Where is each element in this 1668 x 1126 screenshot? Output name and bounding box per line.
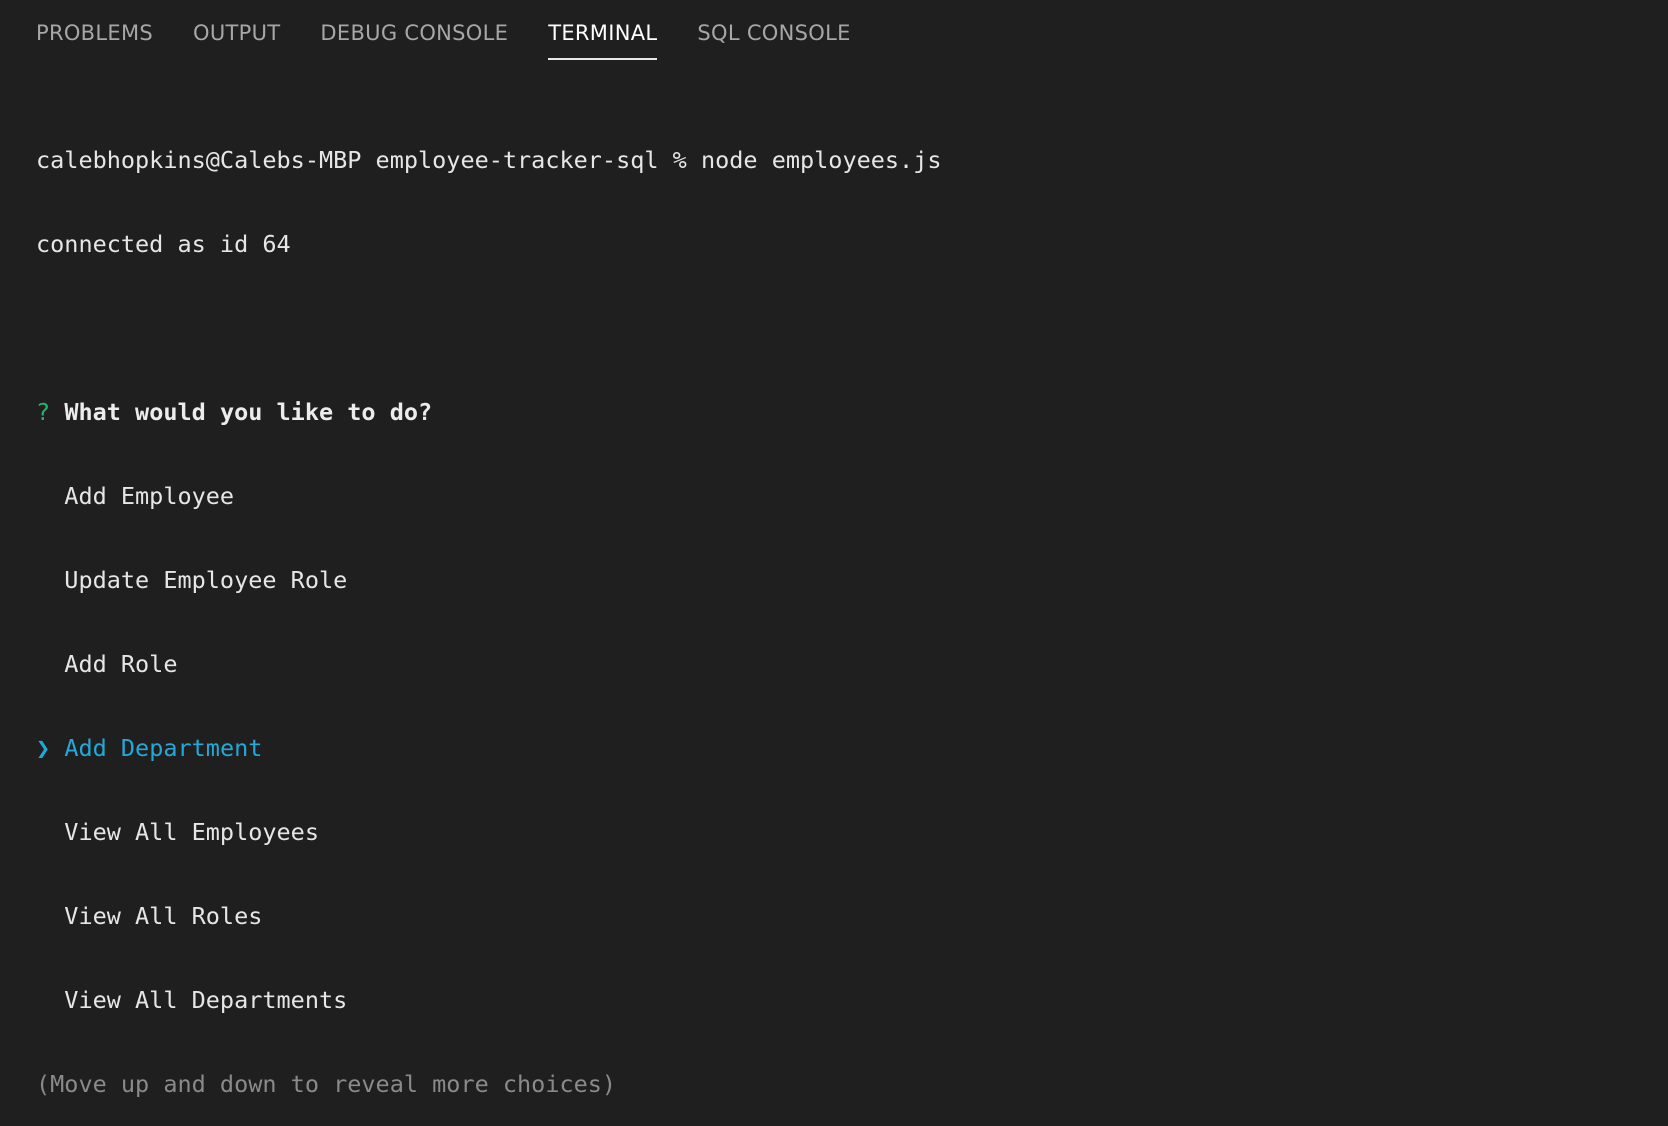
choice-add-role[interactable]: Add Role bbox=[36, 650, 1648, 678]
tab-terminal[interactable]: TERMINAL bbox=[548, 16, 658, 62]
choice-add-department[interactable]: ❯ Add Department bbox=[36, 734, 1648, 762]
prompt-question-line: ? What would you like to do? bbox=[36, 398, 1648, 426]
choice-view-all-departments[interactable]: View All Departments bbox=[36, 986, 1648, 1014]
choice-label: View All Employees bbox=[64, 818, 319, 846]
choice-label: Update Employee Role bbox=[64, 566, 348, 594]
terminal-output[interactable]: calebhopkins@Calebs-MBP employee-tracker… bbox=[36, 90, 1648, 1098]
choice-add-employee[interactable]: Add Employee bbox=[36, 482, 1648, 510]
tab-problems[interactable]: PROBLEMS bbox=[36, 16, 153, 62]
choice-view-all-employees[interactable]: View All Employees bbox=[36, 818, 1648, 846]
command-line: calebhopkins@Calebs-MBP employee-tracker… bbox=[36, 146, 942, 174]
choice-label: View All Departments bbox=[64, 986, 348, 1014]
connection-status-line: connected as id 64 bbox=[36, 230, 291, 258]
choice-label: Add Employee bbox=[64, 482, 235, 510]
choice-label-selected: Add Department bbox=[64, 734, 263, 762]
choice-label: View All Roles bbox=[64, 902, 263, 930]
choice-label: Add Role bbox=[64, 650, 178, 678]
navigation-hint: (Move up and down to reveal more choices… bbox=[36, 1070, 617, 1098]
choice-update-employee-role[interactable]: Update Employee Role bbox=[36, 566, 1648, 594]
question-mark-icon: ? bbox=[36, 398, 51, 426]
choice-view-all-roles[interactable]: View All Roles bbox=[36, 902, 1648, 930]
pointer-icon: ❯ bbox=[36, 734, 51, 762]
tab-debug-console[interactable]: DEBUG CONSOLE bbox=[320, 16, 508, 62]
prompt-question: What would you like to do? bbox=[64, 398, 433, 426]
tab-output[interactable]: OUTPUT bbox=[193, 16, 280, 62]
panel-tab-bar: PROBLEMS OUTPUT DEBUG CONSOLE TERMINAL S… bbox=[36, 16, 851, 62]
tab-sql-console[interactable]: SQL CONSOLE bbox=[697, 16, 850, 62]
